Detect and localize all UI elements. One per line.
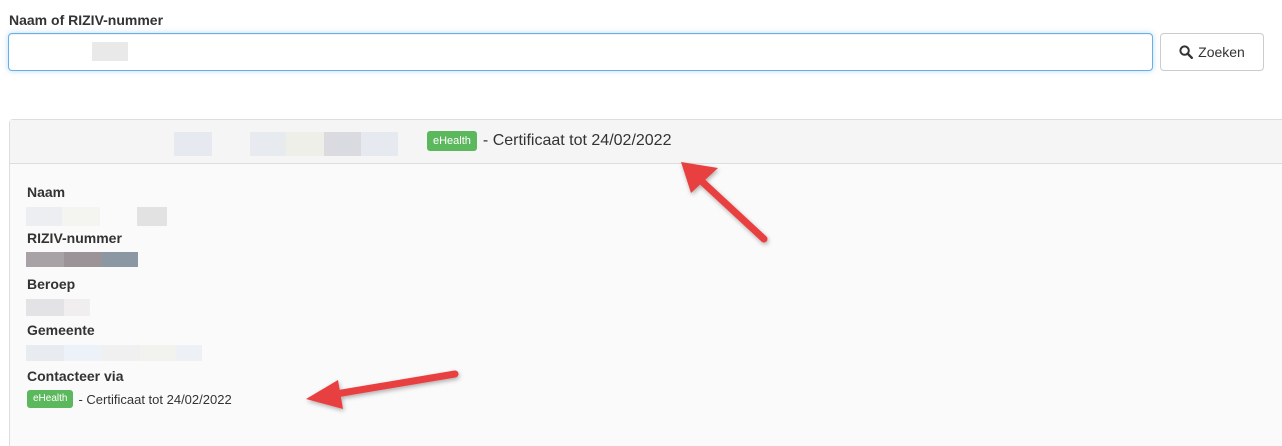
redacted-municipality-value: [26, 345, 64, 361]
header-certificate: eHealth - Certificaat tot 24/02/2022: [427, 131, 671, 151]
redacted-riziv-value: [102, 252, 138, 267]
redacted-municipality-value: [176, 345, 202, 361]
redacted-name-value: [26, 207, 62, 226]
redacted-municipality-value: [64, 345, 102, 361]
result-panel: eHealth - Certificaat tot 24/02/2022 Naa…: [9, 119, 1282, 446]
redacted-header-name: [324, 132, 361, 156]
redacted-search-value: [92, 42, 128, 61]
redacted-profession-value: [64, 299, 90, 316]
redacted-header-name: [174, 132, 212, 156]
redacted-riziv-value: [26, 252, 64, 267]
profession-label: Beroep: [27, 276, 76, 292]
header-certificate-text: - Certificaat tot 24/02/2022: [482, 132, 672, 149]
redacted-header-name: [250, 132, 286, 156]
contact-certificate: eHealth - Certificaat tot 24/02/2022: [27, 390, 232, 408]
redacted-municipality-value: [102, 345, 140, 361]
ehealth-badge: eHealth: [27, 390, 74, 408]
search-input[interactable]: [8, 33, 1153, 71]
result-panel-heading[interactable]: eHealth - Certificaat tot 24/02/2022: [10, 120, 1282, 164]
search-button[interactable]: Zoeken: [1160, 33, 1264, 71]
riziv-label: RIZIV-nummer: [27, 230, 122, 246]
redacted-header-name: [286, 132, 324, 156]
municipality-label: Gemeente: [27, 322, 95, 338]
redacted-header-name: [361, 132, 398, 156]
contact-certificate-text: - Certificaat tot 24/02/2022: [78, 391, 232, 407]
redacted-profession-value: [26, 299, 64, 316]
name-label: Naam: [27, 184, 66, 200]
redacted-riziv-value: [64, 252, 102, 267]
contact-label: Contacteer via: [27, 368, 124, 384]
redacted-municipality-value: [140, 345, 176, 361]
redacted-name-value: [62, 207, 100, 226]
search-icon: [1179, 45, 1194, 59]
ehealth-badge: eHealth: [427, 131, 477, 151]
search-label: Naam of RIZIV-nummer: [9, 12, 164, 28]
search-button-label: Zoeken: [1198, 44, 1245, 60]
redacted-name-value: [137, 207, 167, 226]
